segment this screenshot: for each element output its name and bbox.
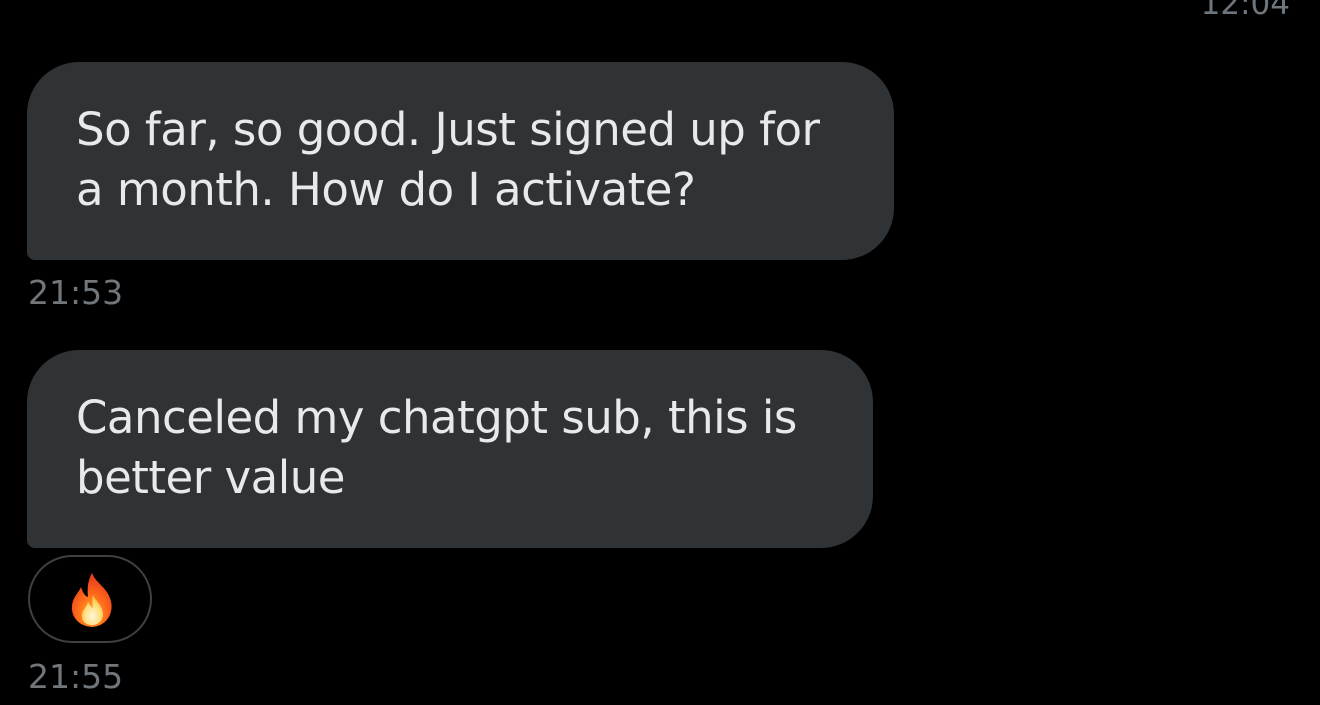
dm-conversation: 12:04 So far, so good. Just signed up fo… <box>0 0 1320 705</box>
message-bubble[interactable]: Canceled my chatgpt sub, this is better … <box>27 350 873 548</box>
message-bubble[interactable]: So far, so good. Just signed up for a mo… <box>27 62 894 260</box>
previous-message-timestamp: 12:04 <box>1200 0 1290 22</box>
fire-icon <box>71 573 112 627</box>
message-timestamp: 21:55 <box>28 657 124 696</box>
message-text-line: a month. How do I activate? <box>76 163 696 216</box>
message-timestamp: 21:53 <box>28 273 124 312</box>
message-text-line: Canceled my chatgpt sub, this is <box>76 391 797 444</box>
message-text-line: better value <box>76 451 345 504</box>
message-text-line: So far, so good. Just signed up for <box>76 103 820 156</box>
reaction-pill[interactable] <box>28 555 152 643</box>
